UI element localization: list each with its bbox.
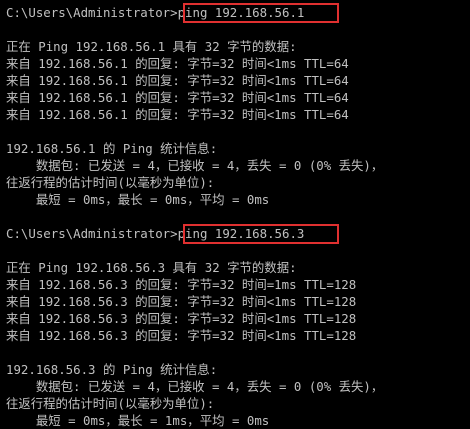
rtt-values: 最短 = 0ms，最长 = 0ms，平均 = 0ms [6, 192, 270, 207]
reply-line: 来自 192.168.56.3 的回复: 字节=32 时间=1ms TTL=12… [6, 277, 357, 292]
reply-line: 来自 192.168.56.1 的回复: 字节=32 时间<1ms TTL=64 [6, 56, 349, 71]
rtt-title: 往返行程的估计时间(以毫秒为单位): [6, 175, 215, 190]
reply-line: 来自 192.168.56.3 的回复: 字节=32 时间<1ms TTL=12… [6, 311, 357, 326]
reply-line: 来自 192.168.56.3 的回复: 字节=32 时间<1ms TTL=12… [6, 328, 357, 343]
reply-line: 来自 192.168.56.3 的回复: 字节=32 时间<1ms TTL=12… [6, 294, 357, 309]
stats-title: 192.168.56.3 的 Ping 统计信息: [6, 362, 218, 377]
stats-packets: 数据包: 已发送 = 4，已接收 = 4，丢失 = 0 (0% 丢失)， [6, 158, 384, 173]
stats-packets: 数据包: 已发送 = 4，已接收 = 4，丢失 = 0 (0% 丢失)， [6, 379, 384, 394]
rtt-title: 往返行程的估计时间(以毫秒为单位): [6, 396, 215, 411]
console-window[interactable]: C:\Users\Administrator>ping 192.168.56.1… [0, 0, 470, 428]
reply-line: 来自 192.168.56.1 的回复: 字节=32 时间<1ms TTL=64 [6, 90, 349, 105]
highlight-box [183, 224, 339, 244]
rtt-values: 最短 = 0ms，最长 = 1ms，平均 = 0ms [6, 413, 270, 428]
ping-header: 正在 Ping 192.168.56.3 具有 32 字节的数据: [6, 260, 297, 275]
command-line: C:\Users\Administrator>ping 192.168.56.3 [0, 224, 470, 244]
reply-line: 来自 192.168.56.1 的回复: 字节=32 时间<1ms TTL=64 [6, 107, 349, 122]
prompt: C:\Users\Administrator> [6, 5, 178, 20]
reply-line: 来自 192.168.56.1 的回复: 字节=32 时间<1ms TTL=64 [6, 73, 349, 88]
prompt: C:\Users\Administrator> [6, 226, 178, 241]
ping-header: 正在 Ping 192.168.56.1 具有 32 字节的数据: [6, 39, 297, 54]
command-line: C:\Users\Administrator>ping 192.168.56.1 [0, 3, 470, 23]
stats-title: 192.168.56.1 的 Ping 统计信息: [6, 141, 218, 156]
highlight-box [183, 3, 339, 23]
